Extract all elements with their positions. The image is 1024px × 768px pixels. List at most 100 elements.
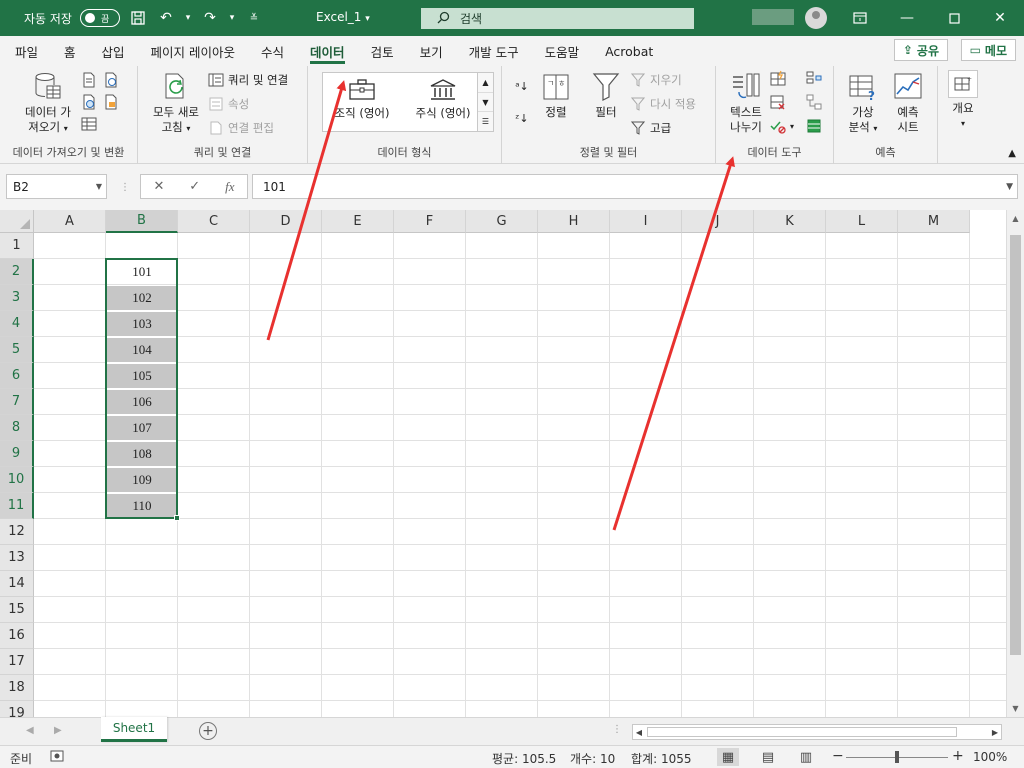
gallery-down-icon[interactable]: ▼ xyxy=(478,93,493,113)
column-header-J[interactable]: J xyxy=(682,210,754,233)
column-header-E[interactable]: E xyxy=(322,210,394,233)
row-header-9[interactable]: 9 xyxy=(0,441,34,467)
relationships-icon[interactable] xyxy=(806,94,822,110)
row-header-12[interactable]: 12 xyxy=(0,519,34,545)
consolidate-icon[interactable] xyxy=(806,70,822,86)
macro-record-icon[interactable] xyxy=(50,750,64,765)
data-model-icon[interactable] xyxy=(806,118,822,134)
autosave-toggle[interactable]: 끔 xyxy=(79,9,120,27)
cancel-icon[interactable]: ✕ xyxy=(153,179,164,194)
redo-dropdown-icon[interactable]: ▾ xyxy=(228,8,236,28)
maximize-icon[interactable] xyxy=(942,6,966,30)
queries-connections-button[interactable]: 쿼리 및 연결 xyxy=(208,72,288,88)
save-icon[interactable] xyxy=(128,8,148,28)
get-data-button[interactable]: 데이터 가 져오기 ▾ xyxy=(16,72,80,136)
outline-button[interactable]: + 개요 ▾ xyxy=(946,70,980,131)
row-header-19[interactable]: 19 xyxy=(0,701,34,717)
column-header-C[interactable]: C xyxy=(178,210,250,233)
add-sheet-icon[interactable]: + xyxy=(199,722,217,740)
tab-7[interactable]: 보기 xyxy=(407,36,456,66)
column-header-H[interactable]: H xyxy=(538,210,610,233)
organization-data-type[interactable]: 조직 (영어) xyxy=(327,77,397,121)
column-header-G[interactable]: G xyxy=(466,210,538,233)
row-header-16[interactable]: 16 xyxy=(0,623,34,649)
row-header-8[interactable]: 8 xyxy=(0,415,34,441)
zoom-out-icon[interactable]: − xyxy=(832,748,844,764)
forecast-sheet-button[interactable]: 예측 시트 xyxy=(888,72,928,135)
scroll-up-icon[interactable]: ▲ xyxy=(1007,210,1024,227)
collapse-ribbon-icon[interactable]: ▲ xyxy=(1008,148,1016,159)
filter-button[interactable]: 필터 xyxy=(588,72,624,120)
tab-split-grip-icon[interactable]: ⋮ xyxy=(612,724,622,735)
row-header-13[interactable]: 13 xyxy=(0,545,34,571)
tab-8[interactable]: 개발 도구 xyxy=(456,36,532,66)
share-button[interactable]: ⇪ 공유 xyxy=(893,39,948,61)
tab-6[interactable]: 검토 xyxy=(358,36,407,66)
expand-formula-icon[interactable]: ▼ xyxy=(1006,182,1013,192)
row-header-7[interactable]: 7 xyxy=(0,389,34,415)
vertical-scroll-thumb[interactable] xyxy=(1010,235,1021,655)
text-to-columns-button[interactable]: 텍스트 나누기 xyxy=(724,72,768,135)
tab-5[interactable]: 데이터 xyxy=(297,36,358,66)
enter-icon[interactable]: ✓ xyxy=(189,179,200,194)
column-header-F[interactable]: F xyxy=(394,210,466,233)
column-header-I[interactable]: I xyxy=(610,210,682,233)
zoom-slider-thumb[interactable] xyxy=(895,751,899,763)
gallery-up-icon[interactable]: ▲ xyxy=(478,73,493,93)
customize-qat-icon[interactable]: ≚ xyxy=(244,8,264,28)
name-box-dropdown-icon[interactable]: ▼ xyxy=(96,182,102,191)
name-box[interactable]: B2 ▼ xyxy=(6,174,107,199)
ribbon-display-icon[interactable] xyxy=(848,6,872,30)
column-header-A[interactable]: A xyxy=(34,210,106,233)
remove-duplicates-icon[interactable] xyxy=(770,94,786,110)
worksheet-grid[interactable]: A B C D E F G H I J K L M 1 2 3 4 5 6 7 8 9 10 11 12 13 14 15 16 17 18… xyxy=(0,210,1006,717)
refresh-all-button[interactable]: 모두 새로 고침 ▾ xyxy=(146,72,206,136)
tab-10[interactable]: Acrobat xyxy=(592,36,666,66)
row-header-6[interactable]: 6 xyxy=(0,363,34,389)
advanced-filter-button[interactable]: 고급 xyxy=(630,120,671,136)
row-header-3[interactable]: 3 xyxy=(0,285,34,311)
row-header-4[interactable]: 4 xyxy=(0,311,34,337)
existing-connections-icon[interactable] xyxy=(103,94,119,110)
scroll-right-icon[interactable]: ▶ xyxy=(989,725,1001,739)
scroll-down-icon[interactable]: ▼ xyxy=(1007,700,1024,717)
page-break-view-icon[interactable]: ▥ xyxy=(795,748,817,766)
redo-icon[interactable]: ↷ xyxy=(200,8,220,28)
prev-sheet-icon[interactable]: ◀ xyxy=(26,725,34,736)
close-icon[interactable]: ✕ xyxy=(988,6,1012,30)
what-if-analysis-button[interactable]: ? 가상 분석 ▾ xyxy=(840,72,886,136)
next-sheet-icon[interactable]: ▶ xyxy=(54,725,62,736)
insert-function-icon[interactable]: fx xyxy=(225,179,234,195)
horizontal-scroll-thumb[interactable] xyxy=(647,727,957,737)
sheet-tab[interactable]: Sheet1 xyxy=(101,717,167,742)
stocks-data-type[interactable]: 주식 (영어) xyxy=(405,77,481,121)
page-layout-view-icon[interactable]: ▤ xyxy=(757,748,779,766)
row-header-11[interactable]: 11 xyxy=(0,493,34,519)
tab-0[interactable]: 파일 xyxy=(2,36,51,66)
column-header-B[interactable]: B xyxy=(106,210,178,233)
from-table-icon[interactable] xyxy=(81,116,97,132)
row-header-14[interactable]: 14 xyxy=(0,571,34,597)
tab-1[interactable]: 홈 xyxy=(51,36,89,66)
properties-button[interactable]: 속성 xyxy=(208,96,249,112)
select-all-button[interactable] xyxy=(0,210,34,233)
sort-button[interactable]: ㄱㅎ 정렬 xyxy=(538,72,574,120)
zoom-in-icon[interactable]: + xyxy=(952,748,964,764)
tab-2[interactable]: 삽입 xyxy=(89,36,138,66)
column-header-K[interactable]: K xyxy=(754,210,826,233)
tab-9[interactable]: 도움말 xyxy=(532,36,593,66)
row-header-18[interactable]: 18 xyxy=(0,675,34,701)
row-header-15[interactable]: 15 xyxy=(0,597,34,623)
column-header-M[interactable]: M xyxy=(898,210,970,233)
column-header-D[interactable]: D xyxy=(250,210,322,233)
minimize-icon[interactable]: — xyxy=(895,6,919,30)
gallery-more-icon[interactable]: ☰ xyxy=(478,112,493,131)
data-validation-icon[interactable]: ▾ xyxy=(770,118,794,134)
file-name[interactable]: Excel_1 ▾ xyxy=(316,10,370,24)
normal-view-icon[interactable]: ▦ xyxy=(717,748,739,766)
sort-ascending-icon[interactable]: ᵃ↓ xyxy=(514,78,530,94)
formula-bar-grip-icon[interactable]: ⋮ xyxy=(120,182,130,193)
fill-handle[interactable] xyxy=(174,515,180,521)
formula-input[interactable]: 101 ▼ xyxy=(252,174,1018,199)
user-avatar[interactable] xyxy=(805,7,827,29)
